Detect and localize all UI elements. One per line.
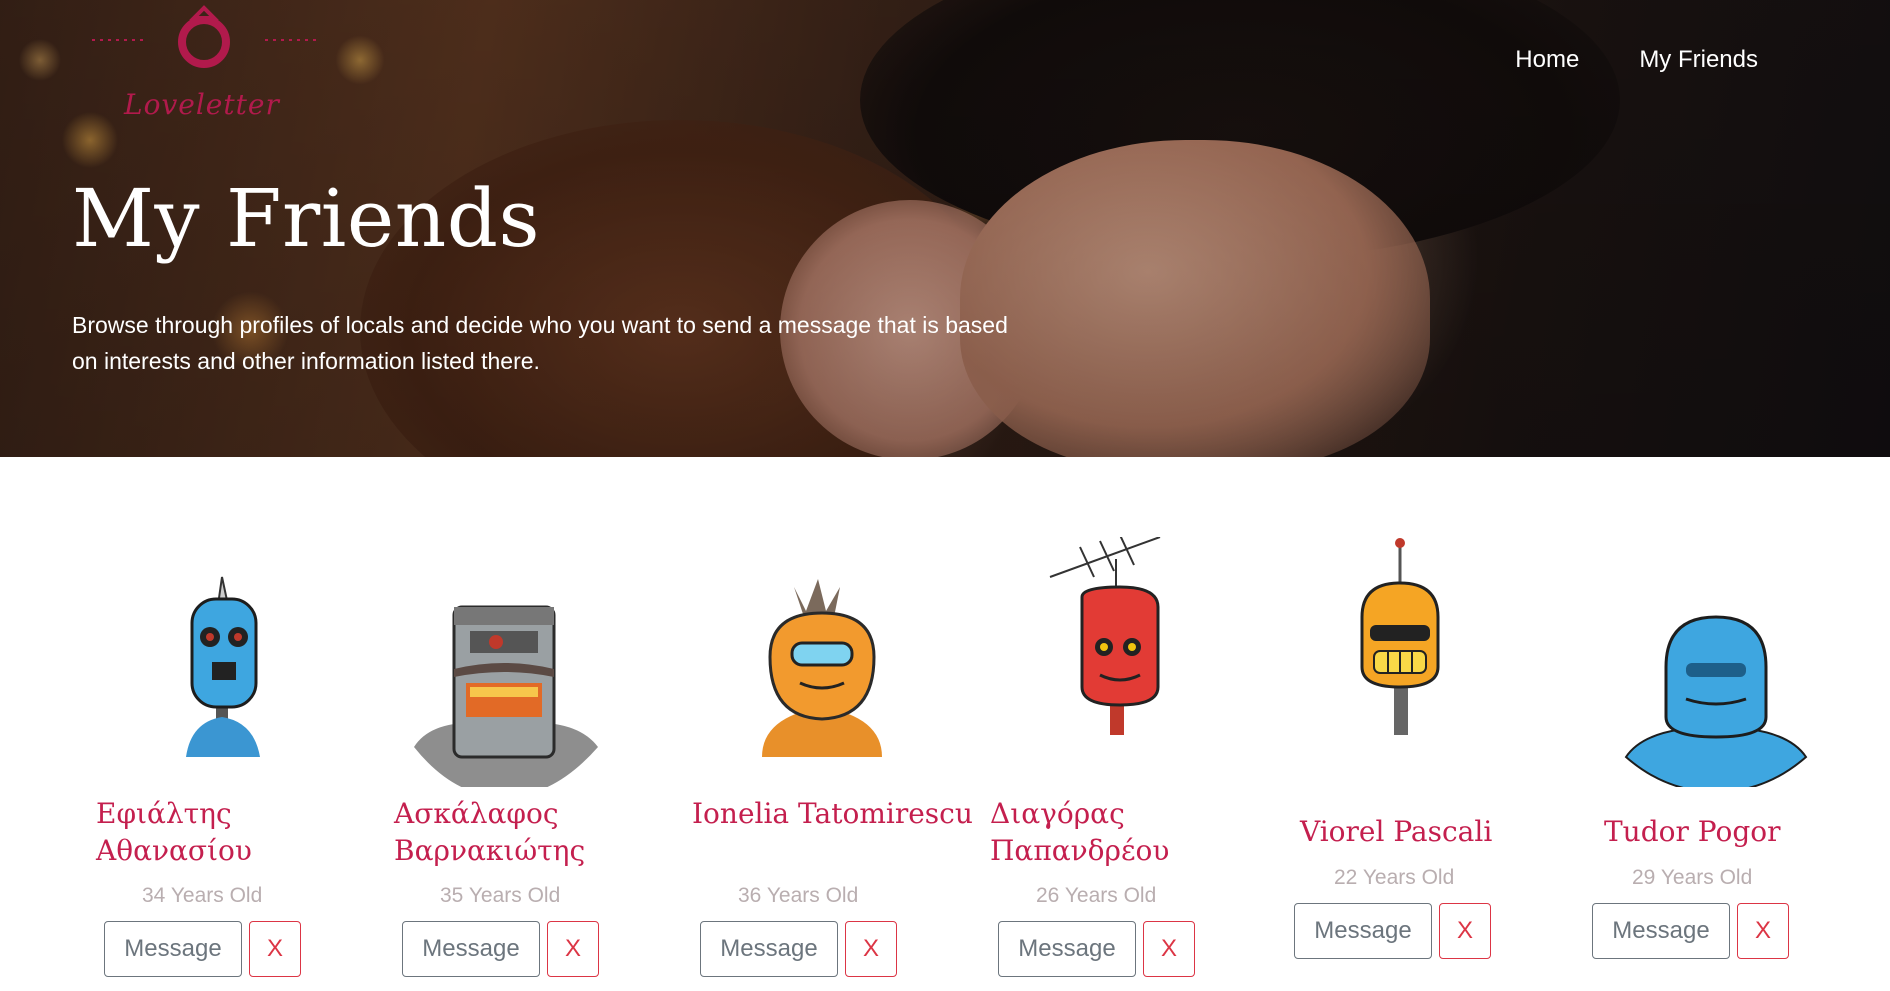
- page-title: My Friends: [72, 172, 541, 265]
- blue-visor-robot-icon: [1624, 615, 1808, 787]
- nav-home-link[interactable]: Home: [1515, 46, 1579, 74]
- red-antenna-robot-icon: [1049, 537, 1161, 735]
- nav-my-friends-link[interactable]: My Friends: [1639, 46, 1758, 74]
- main-nav: Home My Friends: [1515, 46, 1758, 74]
- friend-name: Ασκάλαφος Βαρνακιώτης: [394, 797, 586, 867]
- remove-friend-button[interactable]: X: [845, 921, 897, 977]
- friend-name: Tudor Pogor: [1604, 815, 1781, 848]
- friend-name: Viorel Pascali: [1300, 815, 1493, 848]
- remove-friend-button[interactable]: X: [249, 921, 301, 977]
- friend-name: Ionelia Tatomirescu: [692, 797, 973, 830]
- remove-friend-button[interactable]: X: [1143, 921, 1195, 977]
- ring-logo-icon: [92, 5, 318, 68]
- friend-age: 34 Years Old: [142, 884, 263, 907]
- brand-name: Loveletter: [124, 88, 280, 121]
- orange-visor-robot-icon: [762, 579, 882, 757]
- message-button[interactable]: Message: [998, 921, 1136, 977]
- remove-friend-button[interactable]: X: [1737, 903, 1789, 959]
- friend-age: 26 Years Old: [1036, 884, 1157, 907]
- friend-age: 29 Years Old: [1632, 866, 1753, 889]
- message-button[interactable]: Message: [700, 921, 838, 977]
- message-button[interactable]: Message: [402, 921, 540, 977]
- friend-age: 36 Years Old: [738, 884, 859, 907]
- orange-grin-robot-icon: [1360, 538, 1440, 735]
- hero-banner: Loveletter Home My Friends My Friends Br…: [0, 0, 1890, 457]
- message-button[interactable]: Message: [1294, 903, 1432, 959]
- grey-mustache-robot-icon: [414, 605, 598, 787]
- page-description: Browse through profiles of locals and de…: [72, 312, 1008, 374]
- message-button[interactable]: Message: [1592, 903, 1730, 959]
- friend-name: Διαγόρας Παπανδρέου: [990, 797, 1170, 867]
- friends-list: Εφιάλτης Αθανασίου 34 Years Old Message …: [0, 457, 1890, 991]
- friend-age: 22 Years Old: [1334, 866, 1455, 889]
- remove-friend-button[interactable]: X: [547, 921, 599, 977]
- friend-age: 35 Years Old: [440, 884, 561, 907]
- message-button[interactable]: Message: [104, 921, 242, 977]
- friend-name: Εφιάλτης Αθανασίου: [96, 797, 252, 867]
- remove-friend-button[interactable]: X: [1439, 903, 1491, 959]
- blue-antenna-robot-icon: [186, 576, 260, 757]
